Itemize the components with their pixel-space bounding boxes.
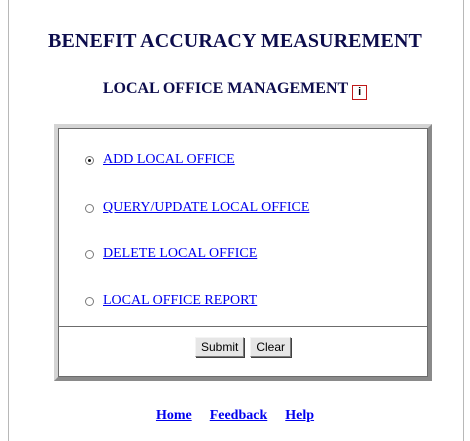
footer-link-feedback[interactable]: Feedback [210, 408, 268, 423]
link-delete-local-office[interactable]: DELETE LOCAL OFFICE [103, 246, 257, 262]
footer-nav: Home Feedback Help [0, 406, 470, 424]
options-divider [59, 326, 427, 327]
footer-link-help[interactable]: Help [285, 408, 314, 423]
info-icon[interactable]: i [352, 85, 368, 100]
page-frame-right-border [463, 0, 464, 441]
link-local-office-report[interactable]: LOCAL OFFICE REPORT [103, 293, 257, 309]
radio-local-office-report[interactable] [85, 296, 94, 306]
option-add-local-office: ADD LOCAL OFFICE [85, 151, 235, 169]
radio-query-update-local-office[interactable] [85, 203, 94, 213]
page-frame-left-border [8, 0, 9, 441]
option-local-office-report: LOCAL OFFICE REPORT [85, 292, 257, 310]
submit-button[interactable]: Submit [194, 337, 245, 357]
radio-delete-local-office[interactable] [85, 249, 94, 259]
footer-link-home[interactable]: Home [156, 408, 192, 423]
link-query-update-local-office[interactable]: QUERY/UPDATE LOCAL OFFICE [103, 200, 309, 216]
page-subtitle: LOCAL OFFICE MANAGEMENT [102, 80, 349, 97]
form-button-row: Submit Clear [59, 337, 427, 357]
radio-add-local-office[interactable] [85, 155, 94, 165]
option-delete-local-office: DELETE LOCAL OFFICE [85, 245, 257, 263]
clear-button[interactable]: Clear [250, 337, 292, 357]
page-subtitle-row: LOCAL OFFICE MANAGEMENT i [0, 80, 470, 100]
app-title: BENEFIT ACCURACY MEASUREMENT [48, 30, 422, 52]
link-add-local-office[interactable]: ADD LOCAL OFFICE [103, 152, 235, 168]
options-panel: ADD LOCAL OFFICE QUERY/UPDATE LOCAL OFFI… [54, 124, 432, 381]
option-query-update-local-office: QUERY/UPDATE LOCAL OFFICE [85, 199, 309, 217]
options-panel-inner: ADD LOCAL OFFICE QUERY/UPDATE LOCAL OFFI… [58, 128, 428, 377]
